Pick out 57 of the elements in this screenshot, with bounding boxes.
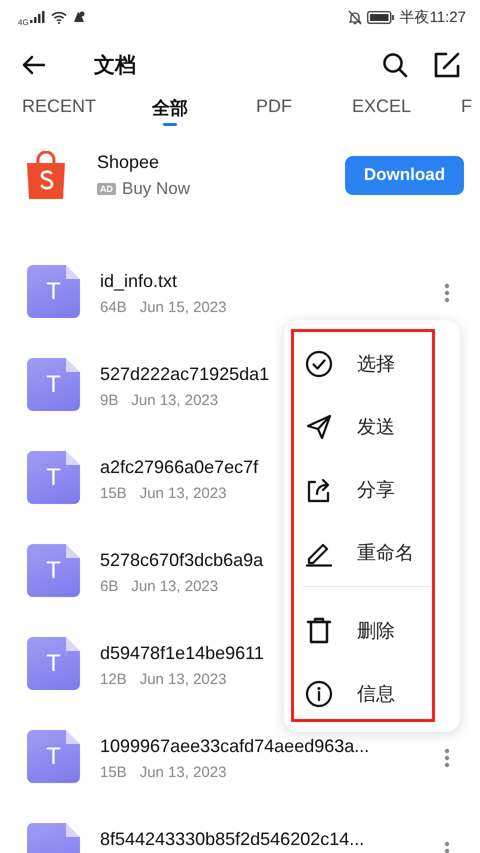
menu-item[interactable]: 分享 xyxy=(294,458,432,521)
ad-badge: AD xyxy=(97,182,116,194)
file-size: 6B xyxy=(100,578,118,595)
file-icon: T xyxy=(27,637,80,690)
file-size: 9B xyxy=(100,392,118,409)
info-icon xyxy=(305,680,333,708)
file-icon: T xyxy=(27,544,80,597)
battery-icon xyxy=(366,10,395,24)
menu-item[interactable]: 信息 xyxy=(294,662,432,725)
shopping-bag-icon xyxy=(25,151,67,199)
file-icon: T xyxy=(27,730,80,783)
file-date: Jun 13, 2023 xyxy=(140,485,226,502)
page-title: 文档 xyxy=(94,53,136,79)
menu-item[interactable]: 重命名 xyxy=(294,521,432,584)
file-name: a2fc27966a0e7ec7f xyxy=(100,457,258,478)
file-date: Jun 13, 2023 xyxy=(140,671,226,688)
file-date: Jun 13, 2023 xyxy=(131,578,218,595)
edit-icon[interactable] xyxy=(434,52,460,78)
paper-plane-icon xyxy=(305,412,333,440)
file-date: Jun 13, 2023 xyxy=(140,764,226,781)
search-icon[interactable] xyxy=(382,52,408,78)
file-name: 5278c670f3dcb6a9a xyxy=(100,550,264,571)
file-name: 1099967aee33cafd74aeed963a... xyxy=(100,736,370,757)
menu-item[interactable]: 删除 xyxy=(294,599,432,662)
check-circle-icon xyxy=(305,350,333,378)
tab[interactable]: F xyxy=(461,96,472,123)
ad-subtitle: Buy Now xyxy=(122,178,190,198)
file-icon: T xyxy=(27,265,80,318)
trash-icon xyxy=(305,616,333,644)
tab[interactable]: RECENT xyxy=(22,96,96,123)
file-date: Jun 13, 2023 xyxy=(131,392,218,409)
signal-icon xyxy=(30,11,46,23)
file-icon: T xyxy=(27,451,80,504)
download-button[interactable]: Download xyxy=(345,156,464,194)
wifi-icon xyxy=(50,10,67,24)
file-name: d59478f1e14be9611 xyxy=(100,643,264,664)
file-size: 15B xyxy=(100,485,127,502)
menu-item[interactable]: 发送 xyxy=(294,395,432,458)
app-name: Shopee xyxy=(97,152,160,172)
file-name: id_info.txt xyxy=(100,271,178,292)
tab[interactable]: EXCEL xyxy=(352,96,412,123)
more-icon[interactable] xyxy=(444,283,450,303)
file-name: 527d222ac71925da1 xyxy=(100,364,270,385)
back-arrow-icon[interactable] xyxy=(22,55,46,75)
more-icon[interactable] xyxy=(444,748,450,768)
file-name: 8f544243330b85f2d546202c14... xyxy=(100,829,364,850)
file-size: 15B xyxy=(100,764,127,781)
tab[interactable]: PDF xyxy=(256,96,292,123)
network-label: 4G xyxy=(18,18,29,26)
menu-item[interactable]: 选择 xyxy=(294,332,432,395)
file-date: Jun 15, 2023 xyxy=(140,299,226,316)
file-icon: T xyxy=(27,358,80,411)
clock-time: 半夜11:27 xyxy=(400,8,466,26)
file-size: 64B xyxy=(100,299,127,316)
bell-off-icon xyxy=(348,10,362,24)
file-size: 12B xyxy=(100,671,127,688)
tab[interactable]: 全部 xyxy=(152,96,188,126)
